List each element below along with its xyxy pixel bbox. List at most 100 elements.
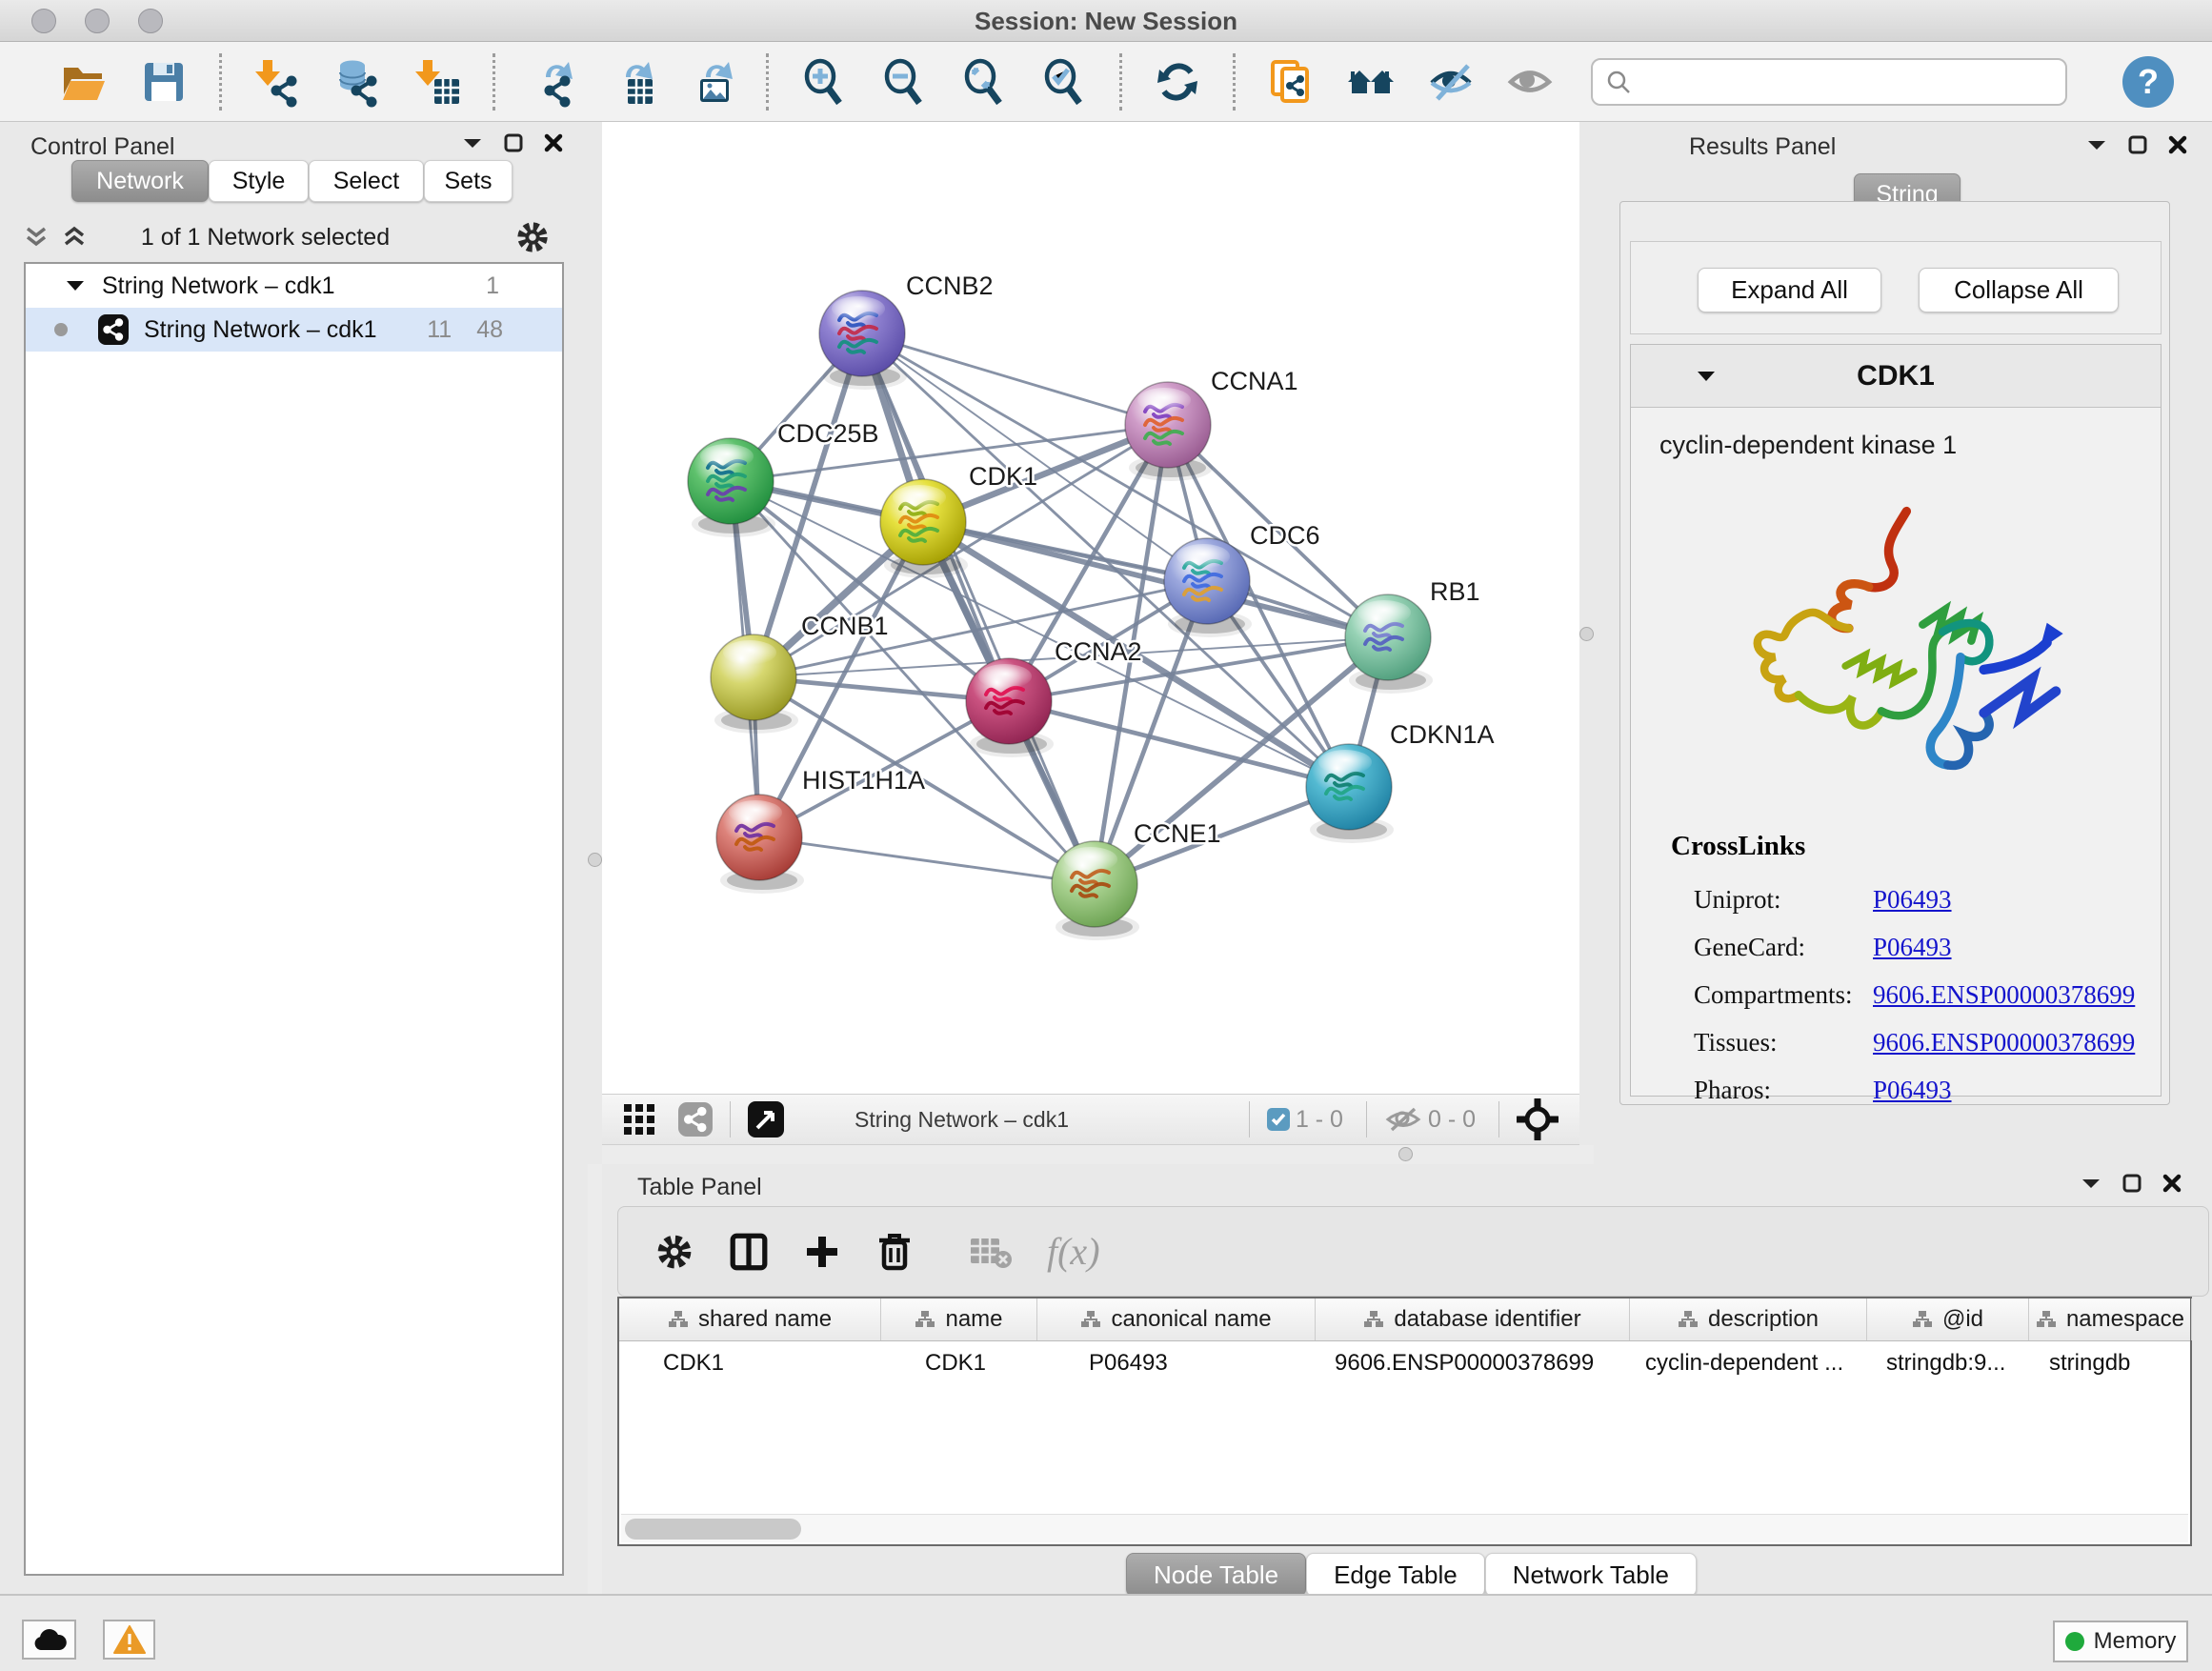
- node-CCNE1[interactable]: [1052, 841, 1139, 940]
- zoom-selected-icon[interactable]: [1036, 54, 1092, 110]
- network-canvas[interactable]: CCNB2CCNA1CDC25BCDK1CDC6RB1CCNB1CCNA2CDK…: [602, 122, 1579, 1094]
- column-header-description[interactable]: description: [1630, 1299, 1867, 1340]
- network-options-gear-icon[interactable]: [514, 219, 551, 255]
- network-row-selected[interactable]: String Network – cdk1 11 48: [26, 308, 562, 352]
- zoom-out-icon[interactable]: [876, 54, 932, 110]
- float-panel-icon[interactable]: [2122, 1174, 2142, 1193]
- table-cell[interactable]: stringdb:9...: [1867, 1341, 2029, 1384]
- save-session-icon[interactable]: [136, 54, 191, 110]
- edge-CCNB2-CCNA1[interactable]: [862, 333, 1168, 425]
- network-collection-row[interactable]: String Network – cdk1 1: [26, 264, 562, 308]
- column-header-database-identifier[interactable]: database identifier: [1316, 1299, 1630, 1340]
- import-table-icon[interactable]: [410, 54, 465, 110]
- first-neighbors-icon[interactable]: [1343, 54, 1398, 110]
- create-column-plus-icon[interactable]: [803, 1233, 841, 1271]
- export-table-icon[interactable]: [603, 54, 658, 110]
- import-network-icon[interactable]: [250, 54, 305, 110]
- protein-section-header[interactable]: CDK1: [1631, 345, 2161, 408]
- left-splitter-handle[interactable]: [588, 853, 602, 867]
- collapse-all-button[interactable]: Collapse All: [1919, 268, 2119, 312]
- horizontal-splitter-handle[interactable]: [1398, 1147, 1413, 1161]
- show-hidden-icon[interactable]: [1503, 54, 1558, 110]
- show-columns-icon[interactable]: [729, 1232, 769, 1272]
- close-panel-icon[interactable]: [2168, 135, 2187, 154]
- node-CCNA2[interactable]: [966, 658, 1054, 757]
- column-header-namespace[interactable]: namespace: [2029, 1299, 2192, 1340]
- node-table[interactable]: shared namenamecanonical namedatabase id…: [617, 1297, 2192, 1546]
- close-panel-icon[interactable]: [544, 133, 563, 152]
- table-cell[interactable]: cyclin-dependent ...: [1630, 1341, 1867, 1384]
- scrollbar-thumb[interactable]: [625, 1519, 801, 1540]
- column-header-canonical-name[interactable]: canonical name: [1037, 1299, 1316, 1340]
- memory-button[interactable]: Memory: [2053, 1621, 2188, 1662]
- tree-expander-icon[interactable]: [66, 279, 85, 292]
- help-button[interactable]: ?: [2122, 56, 2174, 108]
- tab-select[interactable]: Select: [309, 160, 424, 202]
- crosslink-link[interactable]: 9606.ENSP00000378699: [1873, 1028, 2135, 1057]
- results-panel: Results Panel String Expand All Collapse…: [1594, 122, 2212, 1164]
- table-cell[interactable]: CDK1: [881, 1341, 1037, 1384]
- node-CDK1[interactable]: [880, 479, 968, 578]
- tab-network[interactable]: Network: [71, 160, 209, 202]
- zoom-fit-icon[interactable]: [956, 54, 1012, 110]
- node-CDC25B[interactable]: [688, 438, 775, 537]
- section-expander-icon[interactable]: [1696, 369, 1717, 383]
- crosslink-link[interactable]: P06493: [1873, 933, 1952, 961]
- table-row[interactable]: CDK1CDK1P064939606.ENSP00000378699cyclin…: [619, 1341, 2190, 1384]
- column-header-shared-name[interactable]: shared name: [619, 1299, 881, 1340]
- table-cell[interactable]: CDK1: [619, 1341, 881, 1384]
- tab-network-table[interactable]: Network Table: [1485, 1553, 1697, 1597]
- table-cell[interactable]: 9606.ENSP00000378699: [1316, 1341, 1630, 1384]
- node-HIST1H1A[interactable]: [716, 795, 804, 894]
- tab-style[interactable]: Style: [209, 160, 309, 202]
- delete-column-trash-icon[interactable]: [875, 1231, 914, 1273]
- network-graph[interactable]: CCNB2CCNA1CDC25BCDK1CDC6RB1CCNB1CCNA2CDK…: [602, 122, 1579, 1094]
- export-image-icon[interactable]: [683, 54, 738, 110]
- export-network-icon[interactable]: [523, 54, 578, 110]
- fit-selected-crosshair-icon[interactable]: [1517, 1098, 1558, 1140]
- cloud-button[interactable]: [22, 1620, 76, 1660]
- clone-network-icon[interactable]: [1263, 54, 1318, 110]
- detach-view-icon[interactable]: [748, 1101, 784, 1137]
- right-splitter-handle[interactable]: [1579, 627, 1594, 641]
- table-cell[interactable]: P06493: [1037, 1341, 1316, 1384]
- crosslink-link[interactable]: P06493: [1873, 1076, 1952, 1104]
- tab-edge-table[interactable]: Edge Table: [1306, 1553, 1485, 1597]
- node-CDC6[interactable]: [1164, 538, 1252, 637]
- crosslink-link[interactable]: P06493: [1873, 885, 1952, 914]
- crosslink-link[interactable]: 9606.ENSP00000378699: [1873, 980, 2135, 1009]
- zoom-in-icon[interactable]: [796, 54, 852, 110]
- search-box[interactable]: [1591, 58, 2067, 106]
- right-splitter[interactable]: [1579, 122, 1594, 1164]
- tab-node-table[interactable]: Node Table: [1126, 1553, 1306, 1597]
- float-panel-icon[interactable]: [504, 133, 523, 152]
- warning-button[interactable]: [103, 1620, 155, 1660]
- hide-selected-icon[interactable]: [1423, 54, 1478, 110]
- import-network-database-icon[interactable]: [330, 54, 385, 110]
- node-CCNB2[interactable]: [819, 291, 907, 390]
- tab-sets[interactable]: Sets: [424, 160, 513, 202]
- selected-nodes-checkbox-icon[interactable]: [1267, 1108, 1290, 1131]
- table-horizontal-scrollbar[interactable]: [621, 1514, 2188, 1542]
- collapse-panel-icon[interactable]: [2081, 1177, 2101, 1190]
- grid-view-icon[interactable]: [623, 1103, 655, 1136]
- search-input[interactable]: [1640, 67, 2052, 96]
- collapse-panel-icon[interactable]: [462, 136, 483, 150]
- open-session-icon[interactable]: [56, 54, 111, 110]
- collapse-panel-icon[interactable]: [2086, 138, 2107, 151]
- node-CCNA1[interactable]: [1125, 382, 1213, 481]
- node-CDKN1A[interactable]: [1306, 744, 1394, 843]
- node-CCNB1[interactable]: [711, 634, 798, 734]
- table-settings-gear-icon[interactable]: [654, 1232, 694, 1272]
- single-view-share-icon[interactable]: [678, 1102, 713, 1137]
- node-RB1[interactable]: [1345, 594, 1433, 694]
- column-header-@id[interactable]: @id: [1867, 1299, 2029, 1340]
- edge-CCNE1-HIST1H1A[interactable]: [759, 837, 1095, 884]
- left-splitter[interactable]: [588, 122, 602, 1164]
- close-panel-icon[interactable]: [2162, 1174, 2182, 1193]
- column-header-name[interactable]: name: [881, 1299, 1037, 1340]
- apply-layout-icon[interactable]: [1150, 54, 1205, 110]
- expand-all-button[interactable]: Expand All: [1698, 268, 1881, 312]
- table-cell[interactable]: stringdb: [2029, 1341, 2192, 1384]
- float-panel-icon[interactable]: [2128, 135, 2147, 154]
